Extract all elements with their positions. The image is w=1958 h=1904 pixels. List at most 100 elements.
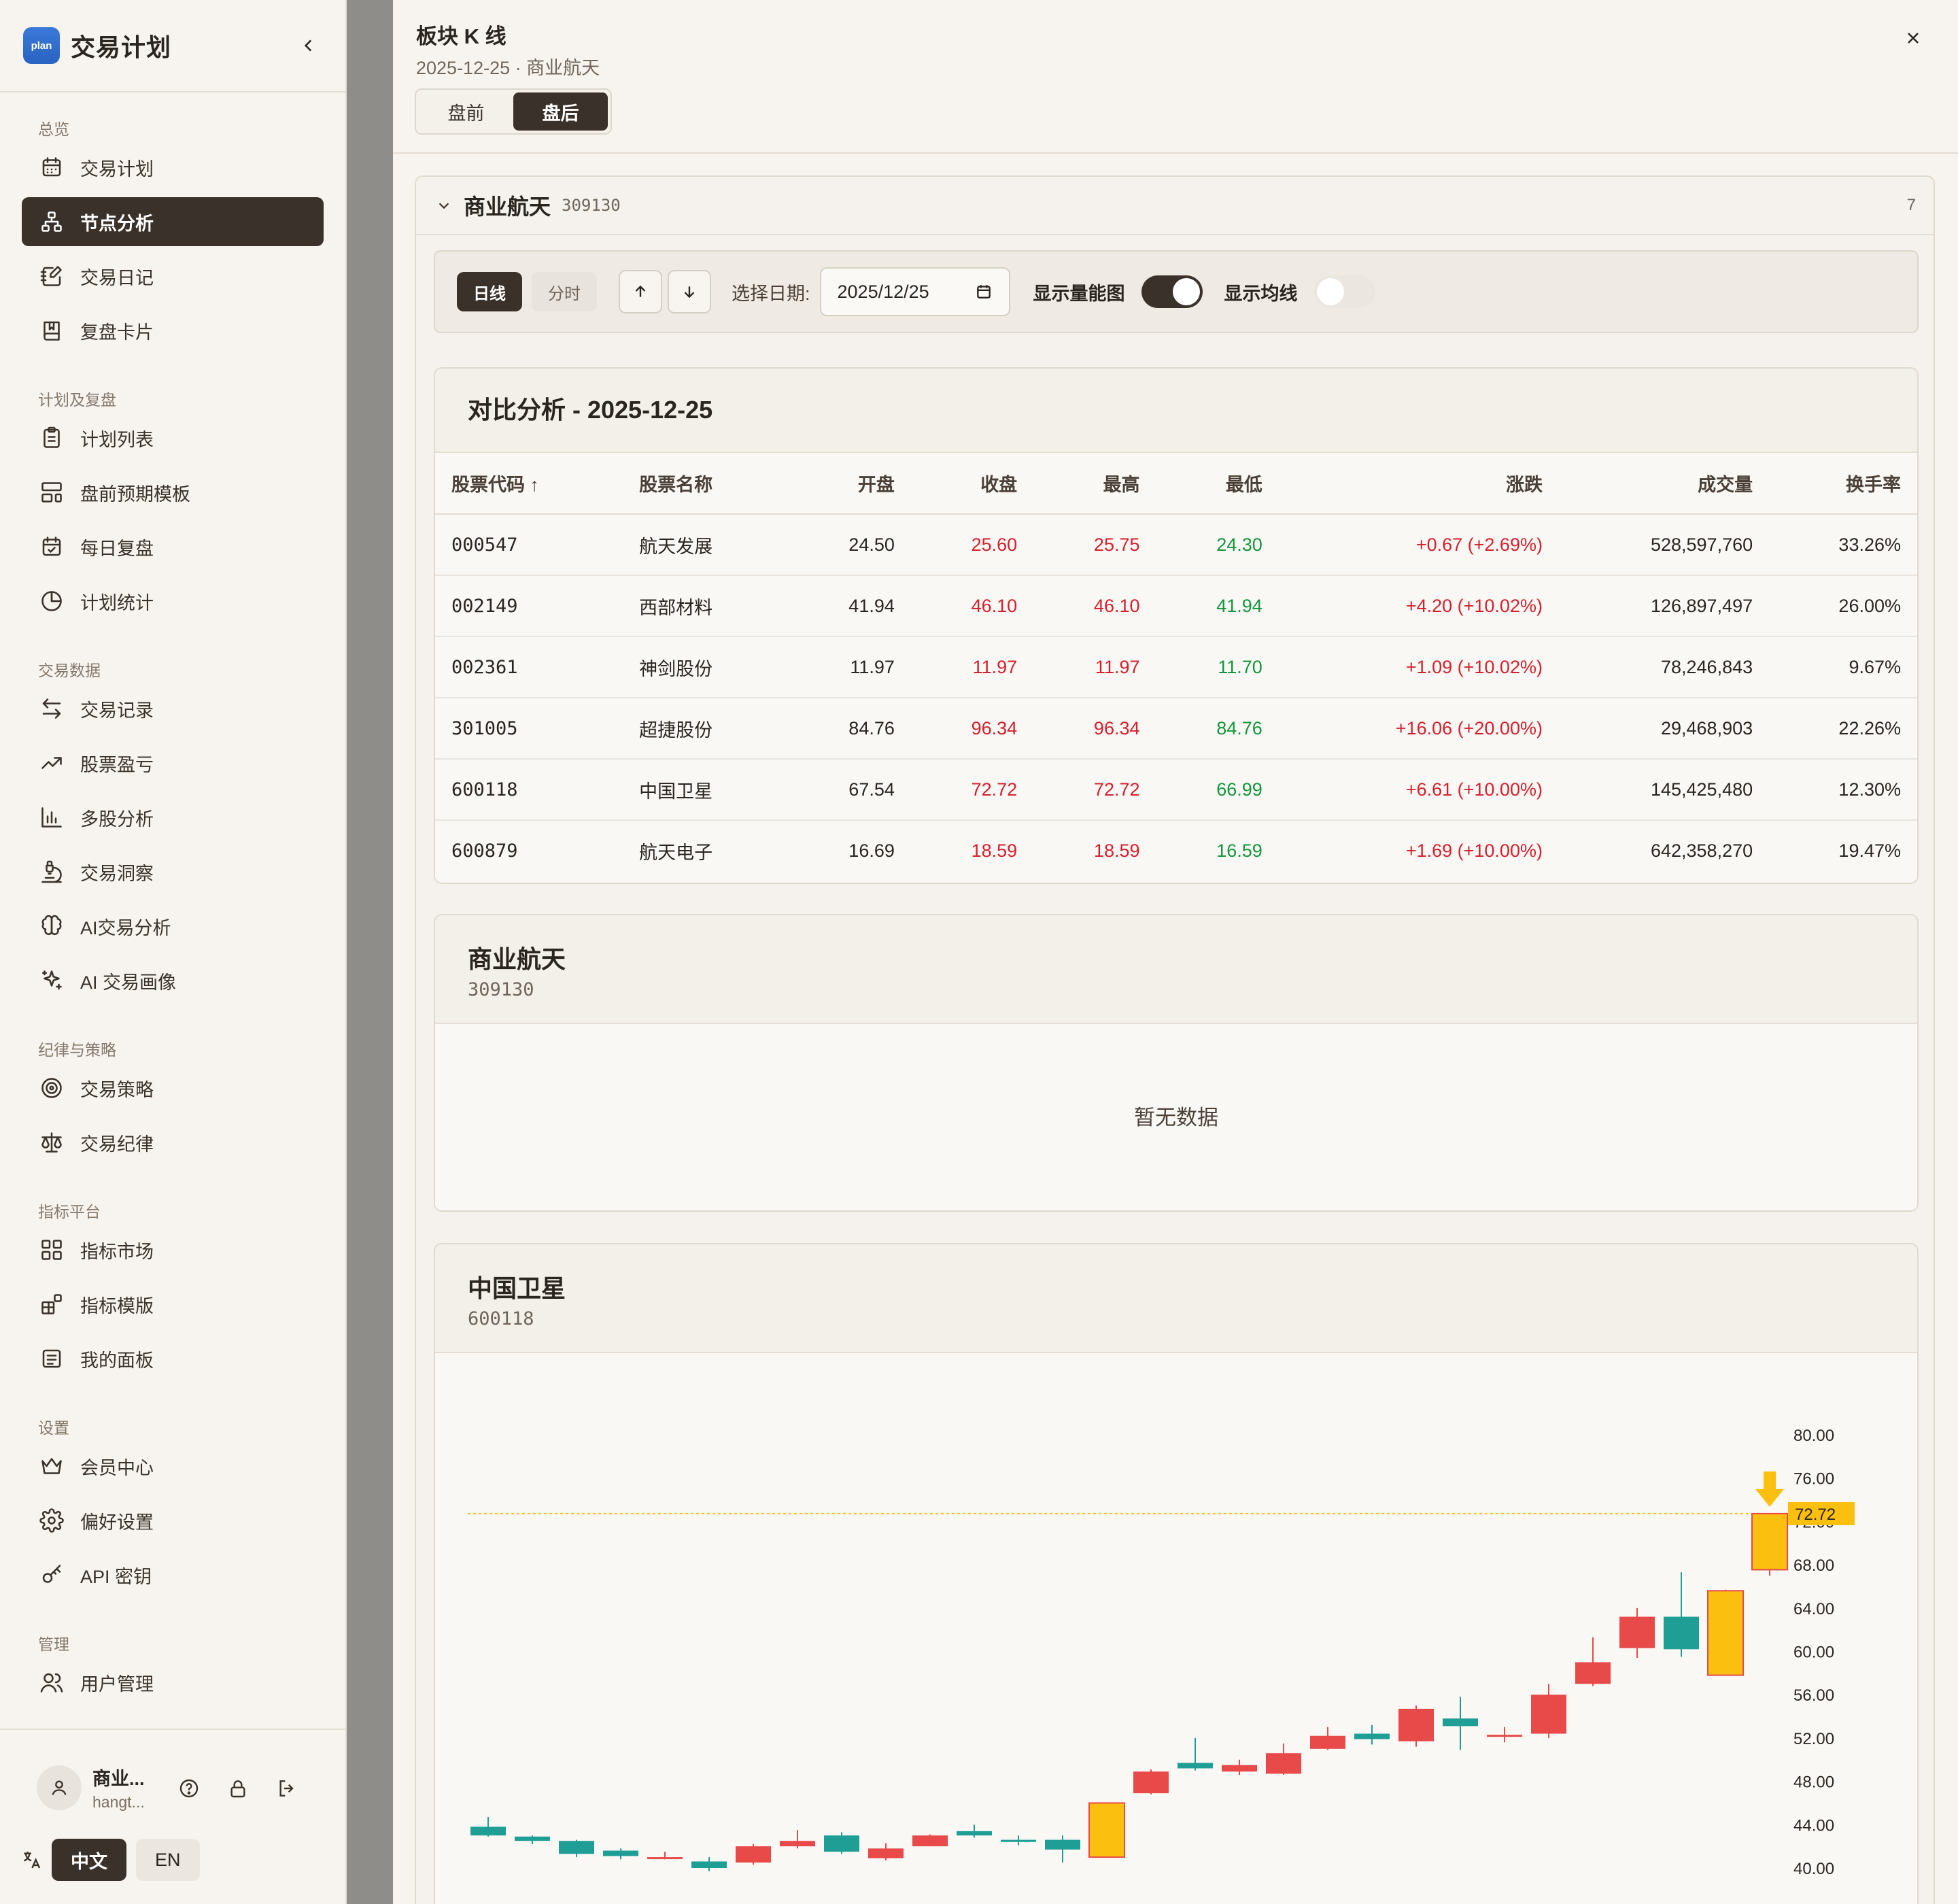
sidebar-item-label: 会员中心 [80,1457,154,1478]
last-price-label: 72.72 [1795,1506,1836,1524]
candle-body [912,1835,948,1847]
collapse-sidebar-button[interactable] [295,32,322,59]
date-input[interactable]: 2025/12/25 [819,267,1010,316]
user-profile[interactable]: 商业... hangt... [37,1764,145,1812]
user-email: hangt... [92,1793,145,1811]
brain-icon [38,913,65,940]
sector-panel-header[interactable]: 商业航天 309130 7 [416,177,1934,235]
sidebar-item[interactable]: AI交易分析 [22,902,324,951]
prev-date-button[interactable] [619,270,662,313]
sidebar-item[interactable]: 多股分析 [22,793,324,842]
help-button[interactable] [175,1775,203,1802]
sidebar-item-label: 计划统计 [80,592,154,613]
table-cell: 9.67% [1769,636,1917,698]
sector-kline-card: 商业航天 309130 暂无数据 [434,914,1919,1212]
calendar-check-icon [38,533,65,560]
table-cell: 24.30 [1156,514,1279,576]
modal-backdrop[interactable] [347,0,394,1904]
table-row[interactable]: 301005 超捷股份 84.76 96.34 96.34 84.76 +16.06 (+2… [435,698,1917,760]
candle-body [1001,1839,1036,1842]
sidebar-item[interactable]: 交易策略 [22,1064,324,1112]
user-name: 商业... [92,1769,145,1789]
table-header[interactable]: 股票代码 ↑ [435,453,623,515]
table-cell: 72.72 [1033,759,1156,821]
table-cell: 超捷股份 [623,698,789,760]
table-cell: 11.97 [1033,636,1156,698]
sidebar-header: plan 交易计划 [0,0,345,92]
table-cell: 600118 [435,759,623,821]
tab-postmarket[interactable]: 盘后 [513,92,608,131]
candle-body [1664,1616,1699,1650]
sidebar-item[interactable]: 每日复盘 [22,522,324,571]
candle-body [957,1831,992,1836]
nav-group-label: 纪律与策略 [38,1041,116,1059]
candle-body [1310,1735,1345,1749]
sidebar-item[interactable]: 股票盈亏 [22,738,324,787]
candle-body [470,1826,506,1836]
sidebar-item[interactable]: 交易洞察 [22,847,324,896]
microscope-icon [38,858,65,885]
y-tick-label: 44.00 [1793,1816,1834,1835]
y-tick-label: 48.00 [1793,1773,1834,1792]
sidebar-item[interactable]: 节点分析 [22,197,324,246]
candlestick-chart[interactable]: 80.0076.0072.0068.0064.0060.0056.0052.00… [435,1353,1919,1904]
sidebar-item[interactable]: 用户管理 [22,1658,324,1707]
sector-card-title: 商业航天 [468,945,566,973]
date-label: 选择日期: [732,283,810,304]
nav-group-label: 管理 [38,1635,69,1653]
table-cell: +1.09 (+10.02%) [1278,636,1559,698]
table-cell: 25.75 [1033,514,1156,576]
table-cell: 96.34 [1033,698,1156,760]
sidebar-item[interactable]: 指标市场 [22,1225,324,1274]
logout-button[interactable] [273,1775,300,1802]
sidebar-item-label: AI交易分析 [80,917,171,938]
table-cell: +4.20 (+10.02%) [1278,575,1559,637]
language-switcher: 中文 EN [20,1839,200,1881]
sparkles-icon [38,967,65,994]
sidebar-item[interactable]: AI 交易画像 [22,956,324,1005]
volume-toggle[interactable] [1141,275,1203,308]
ma-toggle[interactable] [1313,275,1375,308]
sidebar-item[interactable]: 计划列表 [22,413,324,462]
sidebar-item[interactable]: 交易记录 [22,684,324,733]
lock-icon [230,1780,245,1798]
candle-body [1133,1771,1169,1794]
sidebar-item[interactable]: 偏好设置 [22,1496,324,1545]
sidebar-item-label: 指标模版 [80,1295,154,1316]
table-cell: 18.59 [1093,840,1140,861]
sidebar-item[interactable]: 交易日记 [22,252,324,301]
table-cell: +1.69 (+10.00%) [1405,840,1543,861]
lang-zh-button[interactable]: 中文 [52,1839,126,1881]
pie-chart-icon [38,588,65,615]
table-header: 股票名称 [623,453,789,515]
close-button[interactable] [1900,24,1927,52]
candle-body [1222,1765,1257,1772]
table-cell: 96.34 [910,698,1034,760]
sidebar-item[interactable]: 盘前预期模板 [22,468,324,517]
comparison-table: 股票代码 ↑ 股票名称 开盘 收盘 最高 最低 涨跌 成交量 换手率 000547 航天发展 24.… [435,453,1917,881]
table-row[interactable]: 600118 中国卫星 67.54 72.72 72.72 66.99 +6.61 (+10… [435,759,1917,821]
next-date-button[interactable] [668,270,711,313]
sidebar-item[interactable]: 指标模版 [22,1280,324,1329]
table-row[interactable]: 002149 西部材料 41.94 46.10 46.10 41.94 +4.20 (+10… [435,575,1917,637]
y-tick-label: 40.00 [1793,1860,1834,1878]
sidebar-item[interactable]: API 密钥 [22,1550,324,1599]
sidebar-item[interactable]: 计划统计 [22,577,324,626]
tab-premarket[interactable]: 盘前 [419,92,513,131]
lang-en-button[interactable]: EN [136,1839,200,1881]
candle-body [1088,1802,1125,1858]
sidebar-item[interactable]: 复盘卡片 [22,306,324,355]
intraday-button[interactable]: 分时 [532,272,597,311]
daily-button[interactable]: 日线 [457,272,522,311]
y-tick-label: 80.00 [1793,1427,1834,1445]
table-row[interactable]: 002361 神剑股份 11.97 11.97 11.97 11.70 +1.09 (+10… [435,636,1917,698]
table-row[interactable]: 600879 航天电子 16.69 18.59 18.59 16.59 +1.69 (+10… [435,820,1917,881]
sidebar-item[interactable]: 我的面板 [22,1334,324,1383]
table-row[interactable]: 000547 航天发展 24.50 25.60 25.75 24.30 +0.67 (+2.… [435,514,1917,576]
bar-chart-icon [38,804,65,831]
sidebar-item[interactable]: 会员中心 [22,1442,324,1491]
sidebar-item-label: 交易计划 [80,158,154,180]
lock-button[interactable] [224,1775,252,1802]
sidebar-item[interactable]: 交易纪律 [22,1118,324,1167]
sidebar-item[interactable]: 交易计划 [22,143,324,192]
